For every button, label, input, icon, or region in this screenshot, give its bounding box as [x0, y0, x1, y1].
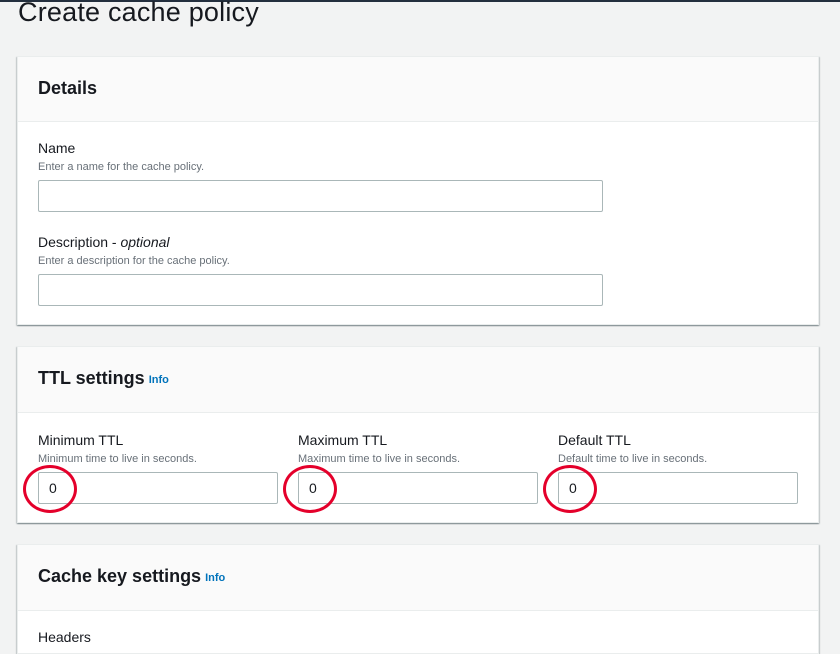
minimum-ttl-label: Minimum TTL	[38, 432, 124, 448]
maximum-ttl-label: Maximum TTL	[298, 432, 388, 448]
ttl-panel-header: TTL settings Info	[18, 347, 818, 413]
details-panel-header: Details	[18, 57, 818, 122]
maximum-ttl-description: Maximum time to live in seconds.	[298, 453, 460, 465]
description-input[interactable]	[38, 274, 603, 306]
name-label: Name	[38, 140, 76, 156]
headers-label: Headers	[38, 629, 91, 645]
name-description: Enter a name for the cache policy.	[38, 161, 205, 173]
description-label-text: Description -	[38, 234, 121, 250]
optional-text: optional	[120, 234, 170, 250]
details-title: Details	[38, 78, 98, 98]
cache-key-settings-title: Cache key settings Info	[38, 566, 225, 587]
cache-key-settings-title-text: Cache key settings	[38, 566, 202, 586]
default-ttl-description: Default time to live in seconds.	[558, 453, 708, 465]
page-title: Create cache policy	[18, 0, 259, 27]
details-panel: Details Name Enter a name for the cache …	[17, 56, 819, 325]
ttl-settings-title: TTL settings Info	[38, 368, 169, 389]
cache-key-settings-panel: Cache key settings Info Headers	[17, 544, 819, 654]
cache-key-info-link[interactable]: Info	[205, 572, 225, 584]
ttl-settings-title-text: TTL settings	[38, 368, 145, 388]
default-ttl-input[interactable]	[558, 472, 798, 504]
minimum-ttl-input[interactable]	[38, 472, 278, 504]
name-input[interactable]	[38, 180, 603, 212]
ttl-settings-panel: TTL settings Info Minimum TTL Minimum tim…	[17, 346, 819, 523]
ttl-info-link[interactable]: Info	[149, 374, 169, 386]
default-ttl-label: Default TTL	[558, 432, 631, 448]
maximum-ttl-input[interactable]	[298, 472, 538, 504]
minimum-ttl-description: Minimum time to live in seconds.	[38, 453, 197, 465]
cache-key-panel-header: Cache key settings Info	[18, 545, 818, 611]
description-label: Description - optional	[38, 234, 170, 250]
description-description: Enter a description for the cache policy…	[38, 255, 230, 267]
